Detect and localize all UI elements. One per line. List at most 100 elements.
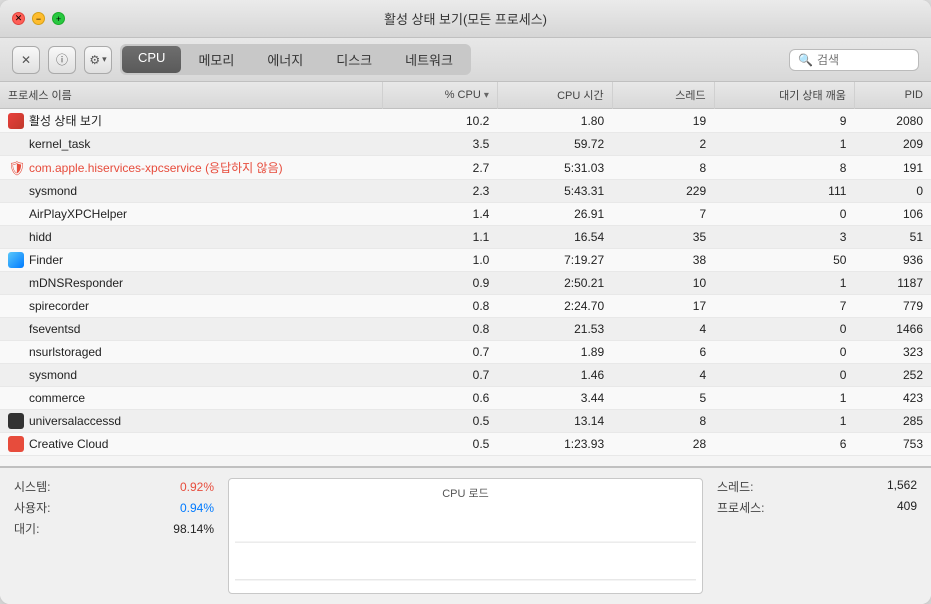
process-icon — [8, 183, 24, 199]
cell-threads: 4 — [612, 318, 714, 341]
cell-cpu_pct: 0.7 — [383, 341, 498, 364]
col-header-cpu-pct[interactable]: % CPU ▾ — [383, 82, 498, 109]
table-row[interactable]: fseventsd0.821.53401466 — [0, 318, 931, 341]
close-icon: ✕ — [15, 13, 23, 24]
tab-disk[interactable]: 디스크 — [320, 46, 388, 73]
toolbar: ✕ ⓘ ⚙ ▾ CPU 메모리 에너지 디스크 네트워크 🔍 — [0, 38, 931, 82]
cell-threads: 7 — [612, 203, 714, 226]
cell-pid: 753 — [854, 433, 931, 456]
cell-cpu_time: 21.53 — [497, 318, 612, 341]
process-name-cell: hidd — [0, 226, 383, 248]
cell-cpu_pct: 0.7 — [383, 364, 498, 387]
window-title: 활성 상태 보기(모든 프로세스) — [384, 9, 547, 28]
search-box[interactable]: 🔍 — [789, 49, 919, 71]
cell-cpu_pct: 1.0 — [383, 249, 498, 272]
cell-pid: 1466 — [854, 318, 931, 341]
bottom-panel: 시스템: 0.92% 사용자: 0.94% 대기: 98.14% CPU 로드 — [0, 466, 931, 604]
table-row[interactable]: Finder1.07:19.273850936 — [0, 249, 931, 272]
process-name: spirecorder — [29, 299, 89, 313]
col-header-name: 프로세스 이름 — [0, 82, 383, 109]
minimize-icon: − — [36, 14, 41, 24]
cell-cpu_time: 7:19.27 — [497, 249, 612, 272]
process-tbody: 활성 상태 보기10.21.801992080kernel_task3.559.… — [0, 109, 931, 456]
process-icon — [8, 252, 24, 268]
table-area[interactable]: 프로세스 이름 % CPU ▾ CPU 시간 스레드 대기 상태 깨움 PID … — [0, 82, 931, 466]
stats-left: 시스템: 0.92% 사용자: 0.94% 대기: 98.14% — [14, 478, 214, 594]
tab-cpu[interactable]: CPU — [122, 46, 181, 73]
col-header-cpu-time[interactable]: CPU 시간 — [497, 82, 612, 109]
cell-cpu_time: 1.89 — [497, 341, 612, 364]
table-row[interactable]: Creative Cloud0.51:23.93286753 — [0, 433, 931, 456]
search-input[interactable] — [817, 53, 910, 67]
table-row[interactable]: mDNSResponder0.92:50.211011187 — [0, 272, 931, 295]
cell-threads: 10 — [612, 272, 714, 295]
maximize-button[interactable]: + — [52, 12, 65, 25]
table-row[interactable]: sysmond2.35:43.312291110 — [0, 180, 931, 203]
process-name-cell: 🛡com.apple.hiservices-xpcservice (응답하지 않… — [0, 156, 383, 179]
x-icon: ✕ — [21, 53, 31, 67]
close-button[interactable]: ✕ — [12, 12, 25, 25]
cell-threads: 28 — [612, 433, 714, 456]
cell-cpu_time: 5:31.03 — [497, 156, 612, 180]
cell-cpu_pct: 0.9 — [383, 272, 498, 295]
cell-threads: 2 — [612, 133, 714, 156]
cell-idle_wake: 8 — [714, 156, 854, 180]
cell-pid: 323 — [854, 341, 931, 364]
cell-cpu_time: 1.46 — [497, 364, 612, 387]
cell-cpu_pct: 2.7 — [383, 156, 498, 180]
process-name: universalaccessd — [29, 414, 121, 428]
table-header-row: 프로세스 이름 % CPU ▾ CPU 시간 스레드 대기 상태 깨움 PID — [0, 82, 931, 109]
process-name-cell: sysmond — [0, 180, 383, 202]
cell-threads: 35 — [612, 226, 714, 249]
table-row[interactable]: 🛡com.apple.hiservices-xpcservice (응답하지 않… — [0, 156, 931, 180]
close-toolbar-button[interactable]: ✕ — [12, 46, 40, 74]
cell-pid: 209 — [854, 133, 931, 156]
tab-network[interactable]: 네트워크 — [389, 46, 469, 73]
main-window: ✕ − + 활성 상태 보기(모든 프로세스) ✕ ⓘ ⚙ ▾ CPU 메모리 … — [0, 0, 931, 604]
cell-threads: 5 — [612, 387, 714, 410]
table-row[interactable]: kernel_task3.559.7221209 — [0, 133, 931, 156]
cell-idle_wake: 0 — [714, 364, 854, 387]
table-row[interactable]: 활성 상태 보기10.21.801992080 — [0, 109, 931, 133]
cell-cpu_pct: 1.4 — [383, 203, 498, 226]
search-icon: 🔍 — [798, 53, 813, 67]
cell-idle_wake: 1 — [714, 133, 854, 156]
cell-pid: 779 — [854, 295, 931, 318]
col-header-idle-wake[interactable]: 대기 상태 깨움 — [714, 82, 854, 109]
sort-icon: ▾ — [484, 90, 489, 101]
cpu-chart-area — [235, 505, 696, 604]
idle-value: 98.14% — [173, 522, 214, 536]
gear-dropdown-icon: ▾ — [102, 54, 107, 65]
threads-label: 스레드: — [717, 478, 753, 495]
cell-pid: 423 — [854, 387, 931, 410]
cell-cpu_pct: 0.5 — [383, 433, 498, 456]
table-row[interactable]: nsurlstoraged0.71.8960323 — [0, 341, 931, 364]
cell-idle_wake: 1 — [714, 272, 854, 295]
cell-idle_wake: 1 — [714, 410, 854, 433]
cell-idle_wake: 1 — [714, 387, 854, 410]
info-button[interactable]: ⓘ — [48, 46, 76, 74]
table-row[interactable]: AirPlayXPCHelper1.426.9170106 — [0, 203, 931, 226]
table-row[interactable]: universalaccessd0.513.1481285 — [0, 410, 931, 433]
tab-energy[interactable]: 에너지 — [251, 46, 319, 73]
user-label: 사용자: — [14, 499, 50, 516]
table-row[interactable]: spirecorder0.82:24.70177779 — [0, 295, 931, 318]
cell-cpu_time: 59.72 — [497, 133, 612, 156]
process-name: Finder — [29, 253, 63, 267]
process-name: commerce — [29, 391, 85, 405]
threads-value: 1,562 — [887, 478, 917, 495]
minimize-button[interactable]: − — [32, 12, 45, 25]
table-row[interactable]: sysmond0.71.4640252 — [0, 364, 931, 387]
cell-pid: 51 — [854, 226, 931, 249]
gear-button[interactable]: ⚙ ▾ — [84, 46, 112, 74]
cell-cpu_time: 26.91 — [497, 203, 612, 226]
tab-memory[interactable]: 메모리 — [182, 46, 250, 73]
table-row[interactable]: hidd1.116.5435351 — [0, 226, 931, 249]
table-row[interactable]: commerce0.63.4451423 — [0, 387, 931, 410]
col-header-threads[interactable]: 스레드 — [612, 82, 714, 109]
col-header-pid[interactable]: PID — [854, 82, 931, 109]
cpu-load-chart: CPU 로드 — [228, 478, 703, 594]
cpu-load-title: CPU 로드 — [442, 485, 489, 501]
process-icon — [8, 275, 24, 291]
process-name-cell: commerce — [0, 387, 383, 409]
